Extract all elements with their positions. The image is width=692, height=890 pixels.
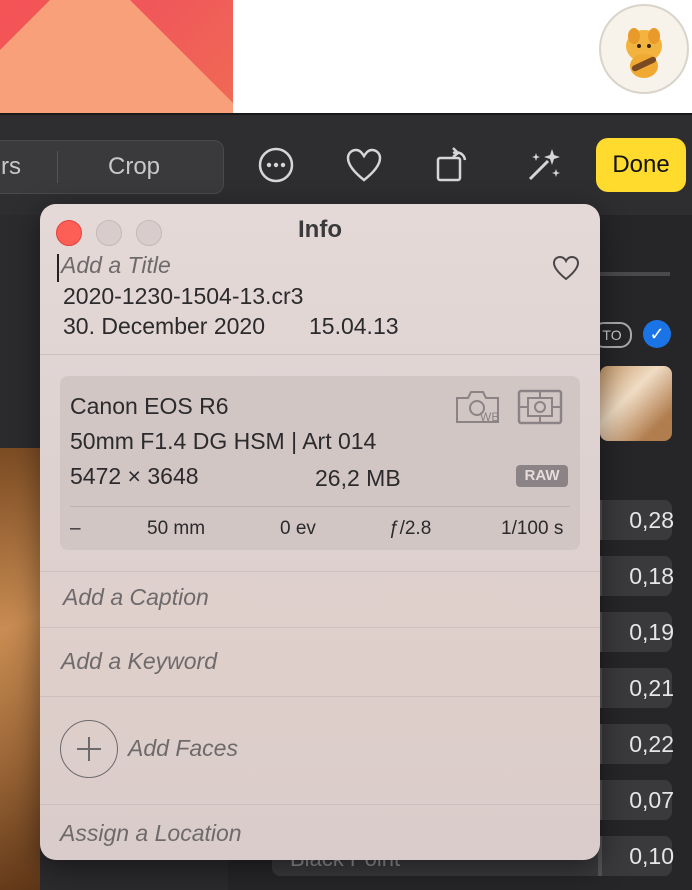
tab-adjust[interactable]: rs (1, 153, 21, 181)
panel-divider (600, 272, 670, 276)
text-cursor (57, 254, 59, 282)
iso-value: – (70, 518, 81, 539)
divider (70, 506, 570, 507)
image-dimensions: 5472 × 3648 (70, 463, 199, 489)
lens-model: 50mm F1.4 DG HSM | Art 014 (70, 428, 377, 454)
segmented-control: rs Crop (0, 140, 224, 194)
add-faces-label[interactable]: Add Faces (128, 735, 238, 762)
window-title: Info (298, 216, 342, 243)
metering-icon (517, 389, 563, 425)
checkbox-checked[interactable]: ✓ (643, 320, 671, 348)
divider (40, 571, 600, 572)
divider (40, 804, 600, 805)
slider-value: 0,18 (629, 563, 674, 589)
title-field[interactable]: Add a Title (61, 252, 171, 279)
more-icon[interactable] (256, 145, 296, 185)
magic-wand-icon[interactable] (524, 145, 564, 185)
capture-date: 30. December 2020 (63, 313, 266, 339)
add-faces-icon[interactable] (60, 720, 118, 778)
slider-value: 0,22 (629, 731, 674, 757)
location-field[interactable]: Assign a Location (60, 820, 242, 847)
slider-value: 0,10 (629, 843, 674, 869)
heart-icon[interactable] (344, 145, 384, 185)
camera-model: Canon EOS R6 (70, 393, 229, 419)
filename: 2020-1230-1504-13.cr3 (63, 283, 304, 309)
divider (40, 696, 600, 697)
photo-preview (0, 448, 40, 890)
capture-time: 15.04.13 (309, 313, 399, 339)
done-button[interactable]: Done (596, 138, 686, 192)
shutter-speed: 1/100 s (501, 518, 564, 539)
slider-value: 0,19 (629, 619, 674, 645)
caption-field[interactable]: Add a Caption (63, 584, 209, 611)
slider-value: 0,28 (629, 507, 674, 533)
aperture: ƒ/2.8 (389, 518, 432, 539)
keyword-field[interactable]: Add a Keyword (61, 648, 217, 675)
favorite-heart-icon[interactable] (552, 254, 580, 282)
info-window: Info Add a Title 2020-1230-1504-13.cr3 3… (40, 204, 600, 860)
file-size: 26,2 MB (315, 465, 401, 491)
exposure-bias: 0 ev (280, 518, 316, 539)
white-balance-camera-icon: WB (456, 391, 499, 424)
wb-text: WB (480, 410, 499, 424)
divider (40, 354, 600, 355)
slider-value: 0,21 (629, 675, 674, 701)
toolbar: rs Crop Done (0, 115, 692, 215)
background-image (0, 0, 233, 113)
divider (40, 627, 600, 628)
raw-badge: RAW (516, 465, 568, 487)
focal-length: 50 mm (147, 518, 206, 539)
camera-info-card: Canon EOS R6 50mm F1.4 DG HSM | Art 014 … (60, 376, 580, 550)
photo-thumbnail[interactable] (600, 366, 672, 441)
avatar[interactable] (599, 4, 689, 94)
rotate-icon[interactable] (432, 145, 472, 185)
tab-crop[interactable]: Crop (108, 153, 160, 181)
slider-value: 0,07 (629, 787, 674, 813)
